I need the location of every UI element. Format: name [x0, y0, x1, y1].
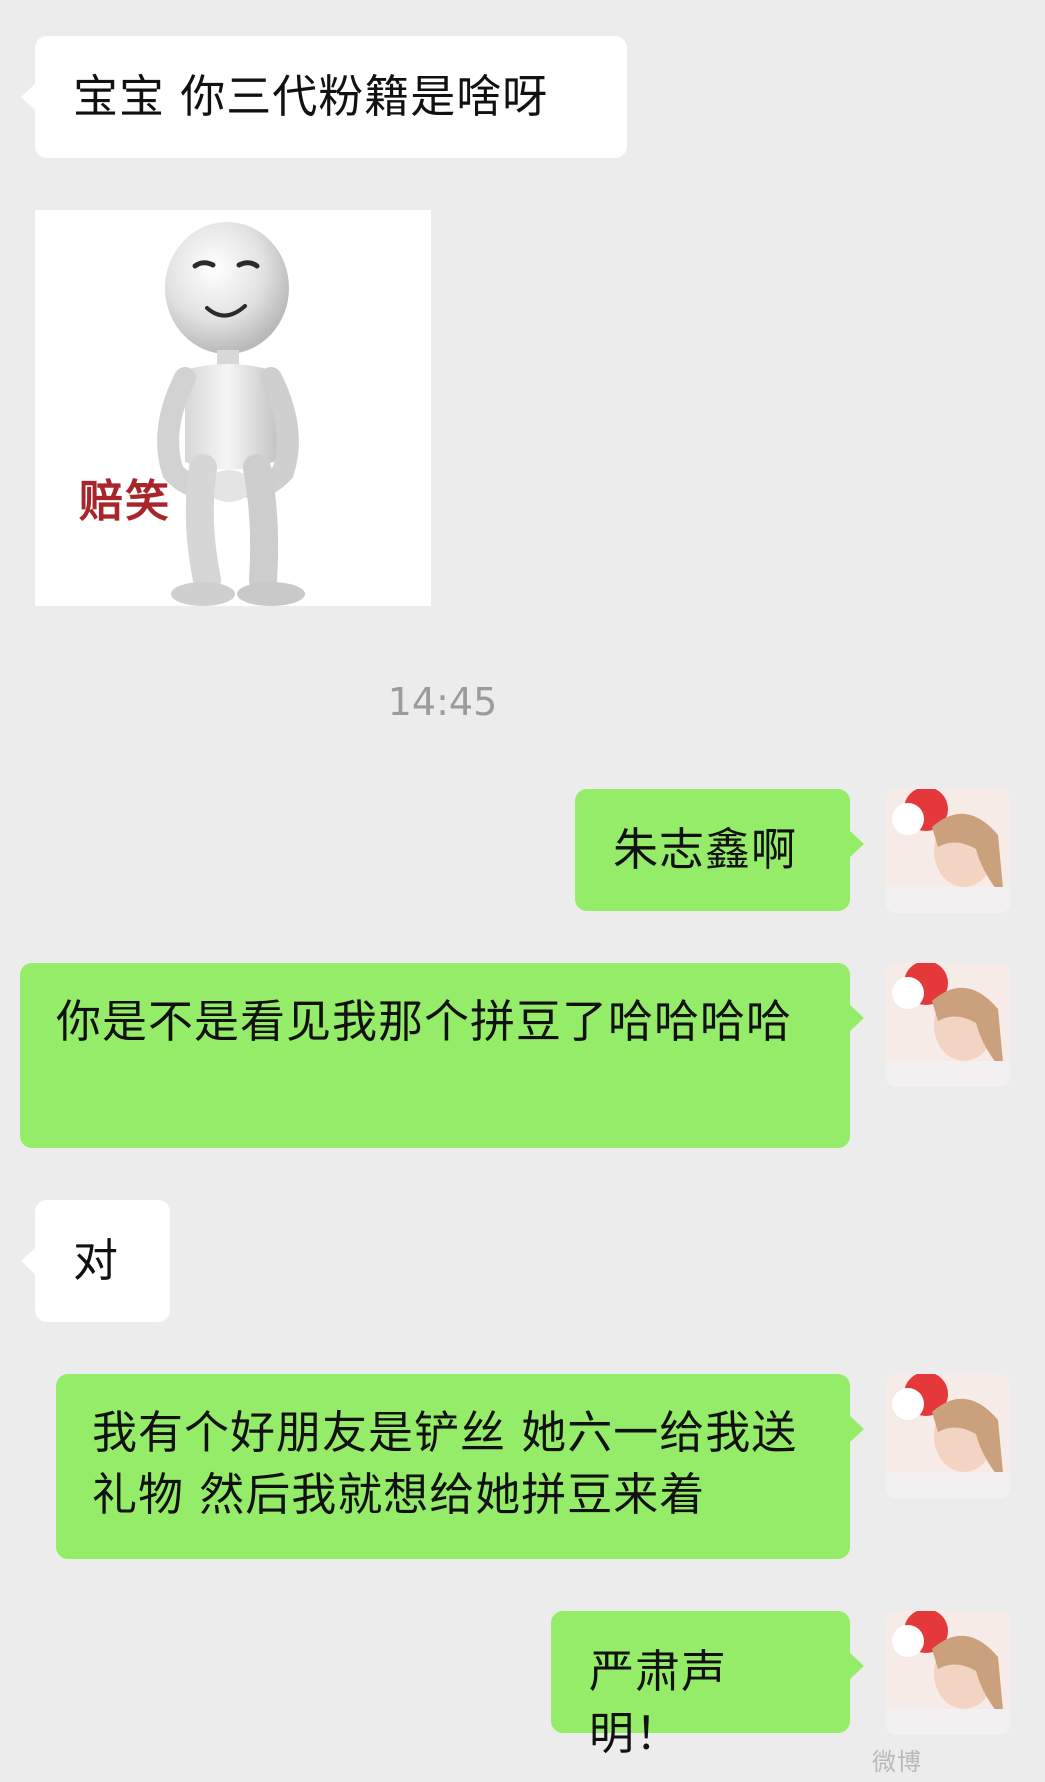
outgoing-message-bubble[interactable]: 朱志鑫啊 — [575, 789, 864, 911]
user-avatar-icon — [886, 963, 1010, 1087]
message-text: 对 — [73, 1234, 120, 1287]
weibo-watermark: 微博 — [872, 1748, 922, 1776]
incoming-message-bubble[interactable]: 宝宝 你三代粉籍是啥呀 — [21, 36, 627, 158]
sticker-message[interactable]: 赔笑 — [35, 210, 431, 606]
outgoing-message-bubble[interactable]: 严肃声明！ — [551, 1611, 864, 1760]
message-text: 严肃声明！ — [589, 1645, 728, 1760]
user-avatar-icon — [886, 1374, 1010, 1498]
incoming-message-bubble[interactable]: 对 — [21, 1200, 170, 1322]
avatar[interactable] — [886, 1374, 1010, 1498]
message-text: 朱志鑫啊 — [613, 823, 798, 876]
user-avatar-icon — [886, 1611, 1010, 1735]
message-text: 宝宝 你三代粉籍是啥呀 — [73, 70, 549, 123]
smiling-figure-icon — [157, 222, 305, 606]
message-text: 我有个好朋友是铲丝 她六一给我送礼物 然后我就想给她拼豆来着 — [92, 1406, 798, 1521]
timestamp: 14:45 — [387, 680, 498, 724]
outgoing-message-bubble[interactable]: 我有个好朋友是铲丝 她六一给我送礼物 然后我就想给她拼豆来着 — [56, 1374, 864, 1559]
avatar[interactable] — [886, 1611, 1010, 1735]
user-avatar-icon — [886, 789, 1010, 913]
outgoing-message-bubble[interactable]: 你是不是看见我那个拼豆了哈哈哈哈 — [20, 963, 864, 1148]
message-text: 你是不是看见我那个拼豆了哈哈哈哈 — [56, 995, 793, 1048]
sticker-caption: 赔笑 — [79, 476, 171, 527]
avatar[interactable] — [886, 789, 1010, 913]
avatar[interactable] — [886, 963, 1010, 1087]
